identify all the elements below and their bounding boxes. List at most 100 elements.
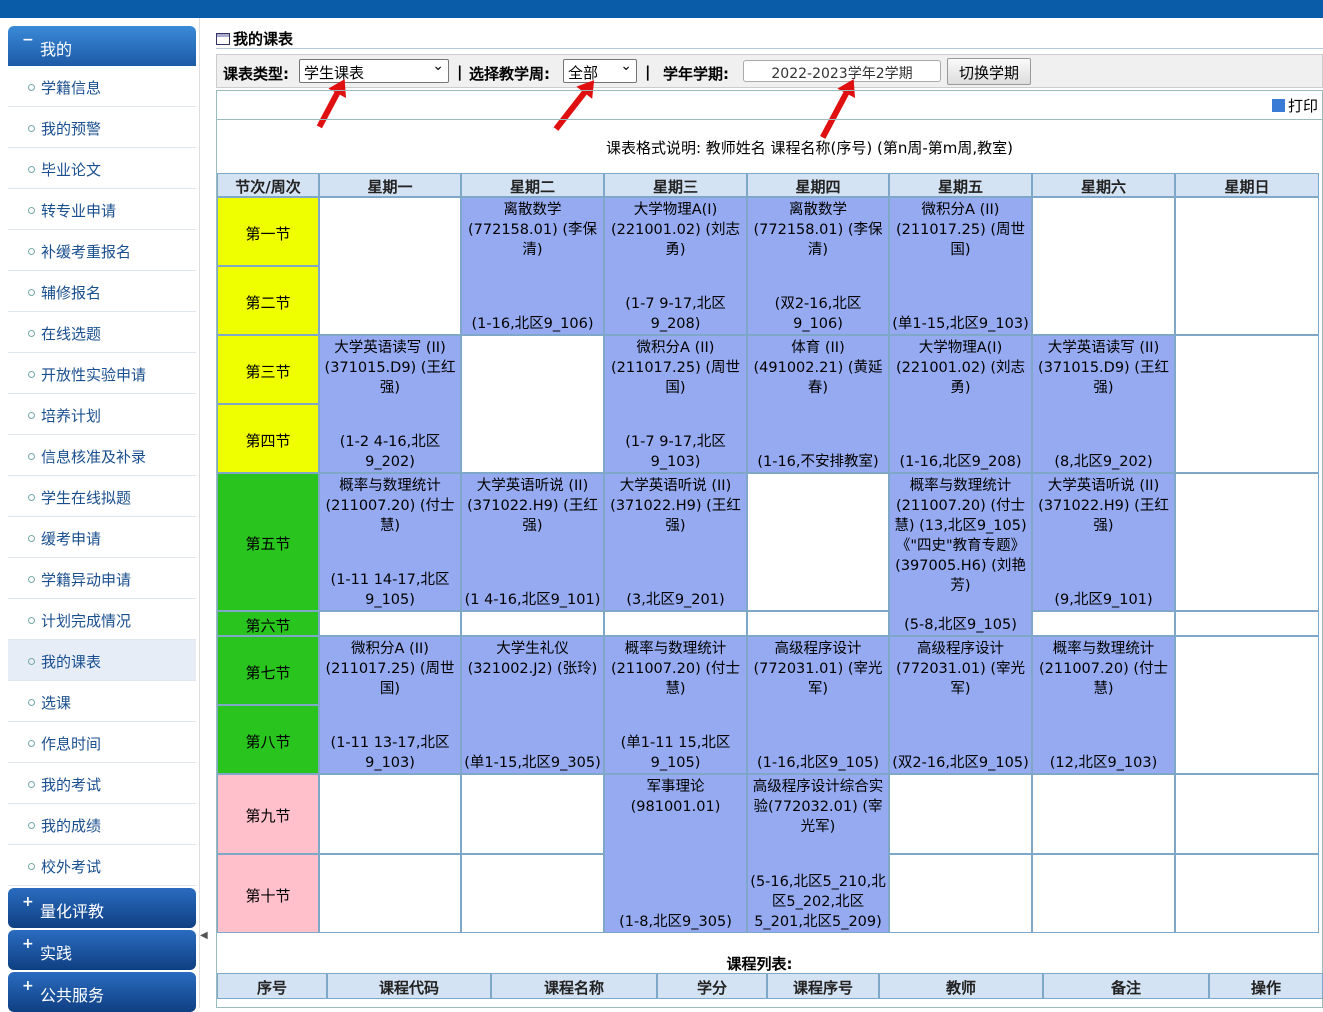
day-header: 星期四: [747, 173, 889, 197]
sidebar-section-label: 公共服务: [40, 986, 105, 1005]
empty-cell[interactable]: [319, 774, 461, 854]
course-cell[interactable]: 微积分A (II) (211017.25) (周世国) (单1-15,北区9_10…: [889, 197, 1032, 335]
course-cell[interactable]: 高级程序设计 (772031.01) (宰光军) (1-16,北区9_105): [747, 636, 889, 774]
empty-cell[interactable]: [889, 774, 1032, 854]
empty-cell[interactable]: [604, 611, 747, 636]
print-button[interactable]: 打印: [1271, 95, 1318, 116]
period-label: 第二节: [217, 266, 319, 335]
course-schedule: (1-11 14-17,北区9_105): [330, 572, 450, 608]
term-label: 学年学期:: [663, 65, 729, 83]
bullet-icon: [28, 822, 35, 829]
course-list-column-header: 学分: [657, 973, 767, 999]
course-cell[interactable]: 军事理论 (981001.01) (1-8,北区9_305): [604, 774, 747, 933]
empty-cell[interactable]: [461, 854, 604, 933]
empty-cell[interactable]: [1175, 854, 1319, 933]
sidebar-item-external-exam[interactable]: 校外考试: [8, 845, 196, 886]
course-cell[interactable]: 大学物理A(I) (221001.02) (刘志勇) (1-7 9-17,北区9_…: [604, 197, 747, 335]
expand-icon: +: [22, 894, 34, 910]
teaching-week-select[interactable]: 全部: [563, 58, 637, 83]
empty-cell[interactable]: [1175, 774, 1319, 854]
course-cell[interactable]: 大学英语听说 (II) (371022.H9) (王红强) (3,北区9_201): [604, 473, 747, 611]
course-cell[interactable]: 大学生礼仪 (321002.J2) (张玲) (单1-15,北区9_305): [461, 636, 604, 774]
course-info: 离散数学 (772158.01) (李保清): [468, 202, 597, 258]
switch-term-button[interactable]: 切换学期: [947, 58, 1031, 85]
empty-cell[interactable]: [1175, 335, 1319, 473]
course-cell[interactable]: 大学英语读写 (II) (371015.D9) (王红强) (1-2 4-16,北…: [319, 335, 461, 473]
sidebar-item-online-topic[interactable]: 学生在线拟题: [8, 476, 196, 517]
course-cell[interactable]: 大学英语听说 (II) (371022.H9) (王红强) (1 4-16,北区9…: [461, 473, 604, 611]
course-cell[interactable]: 微积分A (II) (211017.25) (周世国) (1-11 13-17,北…: [319, 636, 461, 774]
sidebar-item-my-timetable[interactable]: 我的课表: [8, 640, 196, 681]
sidebar-item-makeup-exam[interactable]: 补缓考重报名: [8, 230, 196, 271]
timetable-type-select[interactable]: 学生课表: [299, 58, 449, 83]
empty-cell[interactable]: [319, 611, 461, 636]
course-info: 离散数学 (772158.01) (李保清): [753, 202, 883, 258]
empty-cell[interactable]: [889, 854, 1032, 933]
sidebar-item-schedule-time[interactable]: 作息时间: [8, 722, 196, 763]
course-cell[interactable]: 高级程序设计 (772031.01) (宰光军) (双2-16,北区9_105): [889, 636, 1032, 774]
empty-cell[interactable]: [1032, 774, 1175, 854]
empty-cell[interactable]: [747, 611, 889, 636]
bullet-icon: [28, 330, 35, 337]
sidebar-item-major-transfer[interactable]: 转专业申请: [8, 189, 196, 230]
period-label: 第九节: [217, 774, 319, 854]
course-list-column-header: 教师: [879, 973, 1043, 999]
sidebar-item-my-grades[interactable]: 我的成绩: [8, 804, 196, 845]
course-cell[interactable]: 高级程序设计综合实验(772032.01) (宰光军) (5-16,北区5_210…: [747, 774, 889, 933]
type-label: 课表类型:: [223, 65, 289, 83]
course-cell[interactable]: 概率与数理统计 (211007.20) (付士慧) (1-11 14-17,北区9…: [319, 473, 461, 611]
empty-cell[interactable]: [747, 473, 889, 611]
sidebar-item-course-select[interactable]: 选课: [8, 681, 196, 722]
empty-cell[interactable]: [461, 774, 604, 854]
sidebar-item-open-lab[interactable]: 开放性实验申请: [8, 353, 196, 394]
sidebar-item-plan-progress[interactable]: 计划完成情况: [8, 599, 196, 640]
bullet-icon: [28, 658, 35, 665]
course-cell[interactable]: 概率与数理统计 (211007.20) (付士慧) (13,北区9_105) 《…: [889, 473, 1032, 636]
empty-cell[interactable]: [319, 854, 461, 933]
sidebar-item-my-exams[interactable]: 我的考试: [8, 763, 196, 804]
sidebar-item-status-info[interactable]: 学籍信息: [8, 66, 196, 107]
course-cell[interactable]: 概率与数理统计 (211007.20) (付士慧) (12,北区9_103): [1032, 636, 1175, 774]
period-label: 第一节: [217, 197, 319, 266]
course-info: 大学英语听说 (II) (371022.H9) (王红强): [610, 478, 741, 534]
sidebar-item-topic-select[interactable]: 在线选题: [8, 312, 196, 353]
course-schedule: (1-16,北区9_208): [899, 454, 1022, 470]
course-cell[interactable]: 大学英语听说 (II) (371022.H9) (王红强) (9,北区9_101): [1032, 473, 1175, 611]
course-cell[interactable]: 离散数学 (772158.01) (李保清) (双2-16,北区9_106): [747, 197, 889, 335]
course-cell[interactable]: 离散数学 (772158.01) (李保清) (1-16,北区9_106): [461, 197, 604, 335]
empty-cell[interactable]: [1175, 197, 1319, 335]
course-cell[interactable]: 大学英语读写 (II) (371015.D9) (王红强) (8,北区9_202): [1032, 335, 1175, 473]
course-schedule: (3,北区9_201): [626, 592, 725, 608]
course-schedule: (8,北区9_202): [1054, 454, 1153, 470]
empty-cell[interactable]: [461, 611, 604, 636]
course-cell[interactable]: 概率与数理统计 (211007.20) (付士慧) (单1-11 15,北区9_1…: [604, 636, 747, 774]
empty-cell[interactable]: [1032, 611, 1175, 636]
sidebar-section-practice[interactable]: + 实践: [8, 930, 196, 970]
empty-cell[interactable]: [1175, 473, 1319, 611]
sidebar-collapse-arrow-icon[interactable]: ◀: [200, 930, 210, 950]
bullet-icon: [28, 699, 35, 706]
sidebar-item-defer-exam[interactable]: 缓考申请: [8, 517, 196, 558]
timetable-card: 打印 课表格式说明: 教师姓名 课程名称(序号) (第n周-第m周,教室) 节次…: [216, 90, 1323, 1008]
empty-cell[interactable]: [1032, 197, 1175, 335]
course-cell[interactable]: 体育 (II) (491002.21) (黄延春) (1-16,不安排教室): [747, 335, 889, 473]
sidebar-item-status-change[interactable]: 学籍异动申请: [8, 558, 196, 599]
course-info: 大学英语听说 (II) (371022.H9) (王红强): [467, 478, 598, 534]
sidebar-section-mine[interactable]: − 我的: [8, 26, 196, 66]
course-cell[interactable]: 大学物理A(I) (221001.02) (刘志勇) (1-16,北区9_208): [889, 335, 1032, 473]
sidebar-item-warnings[interactable]: 我的预警: [8, 107, 196, 148]
sidebar-item-info-verify[interactable]: 信息核准及补录: [8, 435, 196, 476]
empty-cell[interactable]: [1032, 854, 1175, 933]
empty-cell[interactable]: [1175, 611, 1319, 636]
sidebar-item-minor[interactable]: 辅修报名: [8, 271, 196, 312]
empty-cell[interactable]: [319, 197, 461, 335]
period-label: 第五节: [217, 473, 319, 611]
sidebar-section-evaluation[interactable]: + 量化评教: [8, 888, 196, 928]
empty-cell[interactable]: [1175, 636, 1319, 774]
sidebar-item-training-plan[interactable]: 培养计划: [8, 394, 196, 435]
course-cell[interactable]: 微积分A (II) (211017.25) (周世国) (1-7 9-17,北区9…: [604, 335, 747, 473]
sidebar-section-public-service[interactable]: + 公共服务: [8, 972, 196, 1012]
period-label: 第三节: [217, 335, 319, 404]
empty-cell[interactable]: [461, 335, 604, 473]
sidebar-item-thesis[interactable]: 毕业论文: [8, 148, 196, 189]
